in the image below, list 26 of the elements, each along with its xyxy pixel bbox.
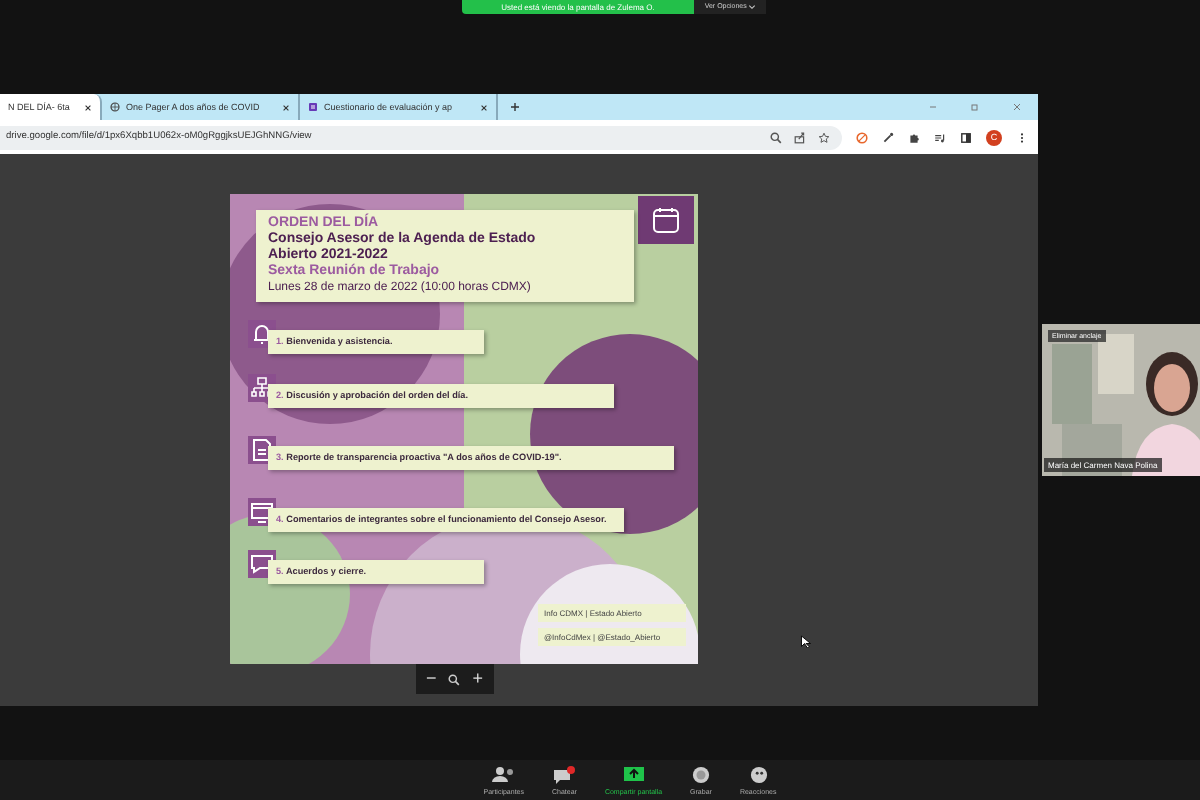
caret-icon <box>748 4 757 10</box>
side-panel-icon[interactable] <box>960 131 972 143</box>
star-icon[interactable] <box>818 131 830 143</box>
extension-icon[interactable] <box>856 131 868 143</box>
record-icon <box>692 765 710 783</box>
puzzle-icon[interactable] <box>908 131 920 143</box>
cursor-icon <box>800 634 812 650</box>
globe-icon <box>110 102 120 112</box>
zoom-out-button[interactable]: − <box>426 670 437 688</box>
chat-icon <box>552 765 577 783</box>
close-icon[interactable] <box>282 103 290 111</box>
eyedropper-icon[interactable] <box>882 131 894 143</box>
zoom-in-button[interactable]: + <box>472 670 484 688</box>
search-icon[interactable] <box>770 131 782 143</box>
new-tab-icon[interactable] <box>510 102 520 112</box>
participants-icon <box>491 765 516 783</box>
share-screen-icon <box>621 765 646 783</box>
zoom-icon[interactable] <box>448 673 461 685</box>
share-icon[interactable] <box>794 131 806 143</box>
close-icon[interactable] <box>84 103 92 111</box>
media-icon[interactable] <box>934 131 946 143</box>
reactions-icon <box>749 765 768 783</box>
close-icon[interactable] <box>480 103 488 111</box>
form-icon <box>308 102 318 112</box>
close-window-icon[interactable] <box>1012 102 1022 112</box>
calendar-badge <box>638 196 694 244</box>
